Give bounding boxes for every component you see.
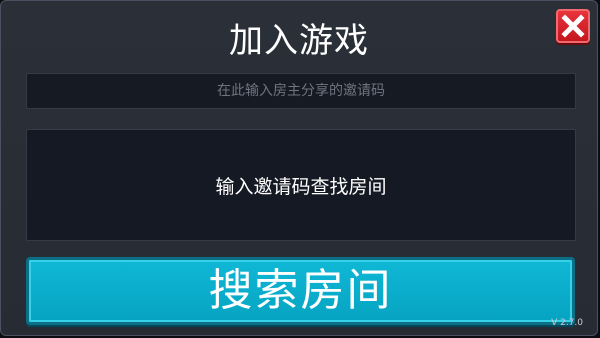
- dialog-title: 加入游戏: [229, 21, 369, 61]
- version-label: V 2.7.0: [551, 318, 583, 328]
- room-result-panel: 输入邀请码查找房间: [26, 129, 576, 241]
- search-room-label: 搜索房间: [208, 265, 393, 316]
- result-message: 输入邀请码查找房间: [215, 175, 387, 198]
- close-x-icon: [561, 14, 585, 38]
- search-room-button[interactable]: 搜索房间: [26, 257, 575, 325]
- invite-code-input[interactable]: [26, 73, 576, 109]
- close-button[interactable]: [556, 9, 590, 43]
- join-game-dialog: 加入游戏 输入邀请码查找房间 搜索房间 V 2.7.0: [0, 0, 598, 336]
